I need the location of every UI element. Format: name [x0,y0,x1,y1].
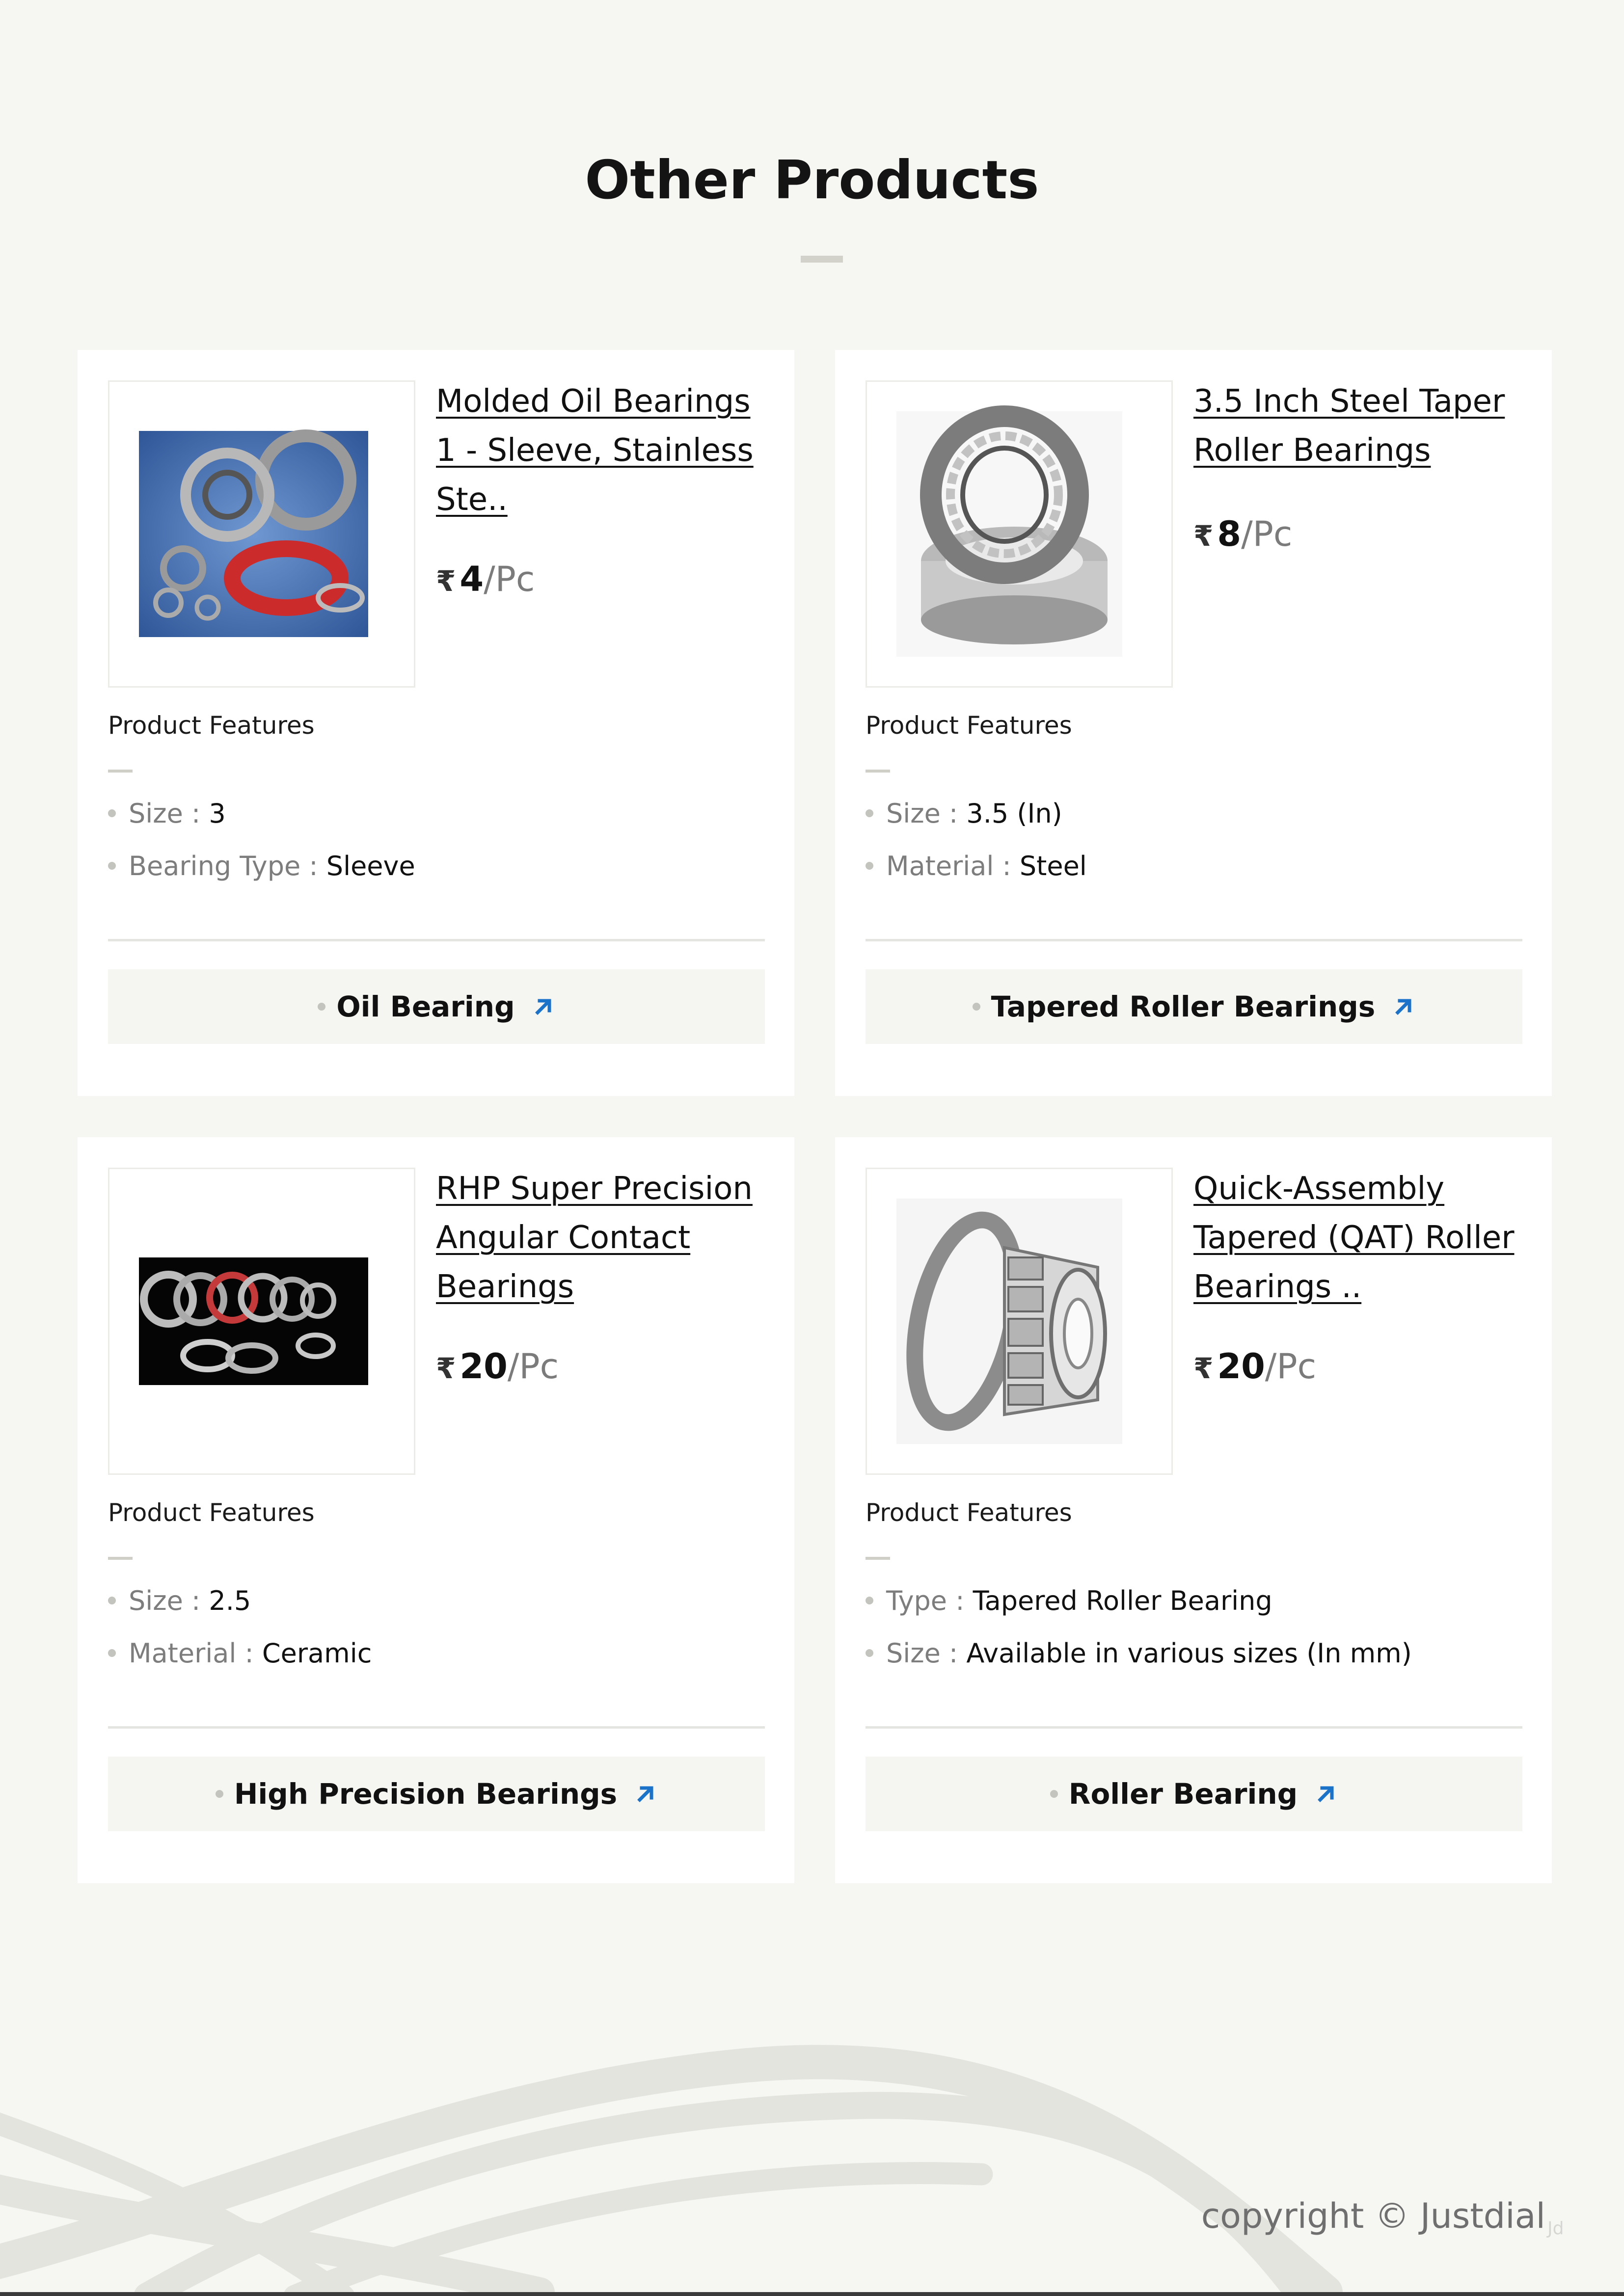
product-image[interactable] [866,1168,1173,1475]
product-image[interactable] [108,1168,415,1475]
arrow-up-right-icon [637,1786,653,1802]
price-amount: 20 [460,1346,508,1387]
category-label: Roller Bearing [1068,1777,1298,1811]
feature-item: Size : 3 [108,797,226,831]
product-features-label: Product Features [866,1498,1072,1527]
category-label: Tapered Roller Bearings [991,990,1376,1023]
ball-bearings-blue-icon [139,429,368,637]
card-divider [108,1726,765,1729]
product-price: ₹8/Pc [1193,512,1292,558]
feature-key: Material : [886,851,1011,881]
tapered-roller-cone-icon [896,1199,1122,1444]
rupee-icon: ₹ [1193,1352,1214,1385]
bullet-icon [972,1003,980,1011]
bullet-icon [108,1597,116,1605]
product-features-label: Product Features [108,1498,315,1527]
features-underline [866,1557,890,1560]
features-underline [866,770,890,773]
card-divider [866,1726,1522,1729]
category-label: High Precision Bearings [234,1777,618,1811]
category-link-button[interactable]: Oil Bearing [108,969,765,1044]
feature-value: Ceramic [262,1638,372,1669]
features-underline [108,1557,133,1560]
price-amount: 4 [460,559,484,599]
section-title: Other Products [585,150,1039,211]
feature-item: Size : Available in various sizes (In mm… [866,1636,1412,1671]
features-underline [108,770,133,773]
product-name-link[interactable]: 3.5 Inch Steel Taper Roller Bearings [1193,377,1537,475]
feature-value: 3.5 (In) [966,798,1062,829]
product-price: ₹4/Pc [436,557,535,603]
product-name-link[interactable]: Molded Oil Bearings 1 - Sleeve, Stainles… [436,377,780,524]
bullet-icon [108,1649,116,1657]
bullet-icon [318,1003,326,1011]
card-divider [866,939,1522,941]
copyright-text: copyright © Justdial [1201,2196,1545,2236]
product-price: ₹20/Pc [1193,1344,1316,1390]
precision-bearings-black-icon [139,1257,368,1385]
product-price: ₹20/Pc [436,1344,559,1390]
feature-item: Size : 2.5 [108,1584,251,1618]
bullet-icon [866,1649,873,1657]
feature-key: Type : [886,1585,965,1616]
feature-item: Bearing Type : Sleeve [108,849,415,883]
product-name-link[interactable]: Quick-Assembly Tapered (QAT) Roller Bear… [1193,1164,1537,1311]
price-amount: 20 [1217,1346,1265,1387]
product-card: RHP Super Precision Angular Contact Bear… [78,1137,794,1883]
bullet-icon [1050,1790,1058,1798]
card-divider [108,939,765,941]
feature-value: Available in various sizes (In mm) [966,1638,1412,1669]
feature-key: Material : [129,1638,254,1669]
price-amount: 8 [1217,514,1242,554]
category-link-button[interactable]: Tapered Roller Bearings [866,969,1522,1044]
feature-item: Material : Steel [866,849,1087,883]
feature-key: Size : [129,1585,201,1616]
product-card: Molded Oil Bearings 1 - Sleeve, Stainles… [78,350,794,1096]
category-link-button[interactable]: Roller Bearing [866,1757,1522,1831]
price-unit: /Pc [1241,514,1293,554]
arrow-up-right-icon [535,999,551,1015]
feature-value: 3 [209,798,226,829]
bullet-icon [866,1597,873,1605]
arrow-up-right-icon [1318,1786,1334,1802]
bullet-icon [108,809,116,818]
feature-value: Tapered Roller Bearing [973,1585,1272,1616]
rupee-icon: ₹ [1193,519,1214,553]
feature-key: Bearing Type : [129,851,318,881]
price-unit: /Pc [507,1346,559,1387]
price-unit: /Pc [484,559,535,599]
taper-roller-bearing-icon [896,405,1122,657]
product-image[interactable] [108,380,415,688]
feature-value: Sleeve [326,851,415,881]
feature-item: Size : 3.5 (In) [866,797,1062,831]
product-card: Quick-Assembly Tapered (QAT) Roller Bear… [835,1137,1552,1883]
feature-key: Size : [129,798,201,829]
bullet-icon [215,1790,223,1798]
arrow-up-right-icon [1395,999,1411,1015]
feature-key: Size : [886,798,958,829]
bottom-border [0,2292,1624,2296]
feature-value: 2.5 [209,1585,251,1616]
product-card: 3.5 Inch Steel Taper Roller Bearings ₹8/… [835,350,1552,1096]
rupee-icon: ₹ [436,564,456,598]
price-unit: /Pc [1265,1346,1317,1387]
footer-wave-decoration [0,2045,1343,2296]
bullet-icon [866,809,873,818]
feature-item: Material : Ceramic [108,1636,372,1671]
category-link-button[interactable]: High Precision Bearings [108,1757,765,1831]
bullet-icon [108,862,116,870]
feature-item: Type : Tapered Roller Bearing [866,1584,1272,1618]
justdial-logo: Jd [1547,2218,1564,2239]
product-name-link[interactable]: RHP Super Precision Angular Contact Bear… [436,1164,780,1311]
category-label: Oil Bearing [336,990,515,1023]
title-underline [801,256,843,263]
product-features-label: Product Features [866,711,1072,740]
feature-value: Steel [1019,851,1087,881]
feature-key: Size : [886,1638,958,1669]
rupee-icon: ₹ [436,1352,456,1385]
product-features-label: Product Features [108,711,315,740]
bullet-icon [866,862,873,870]
product-image[interactable] [866,380,1173,688]
